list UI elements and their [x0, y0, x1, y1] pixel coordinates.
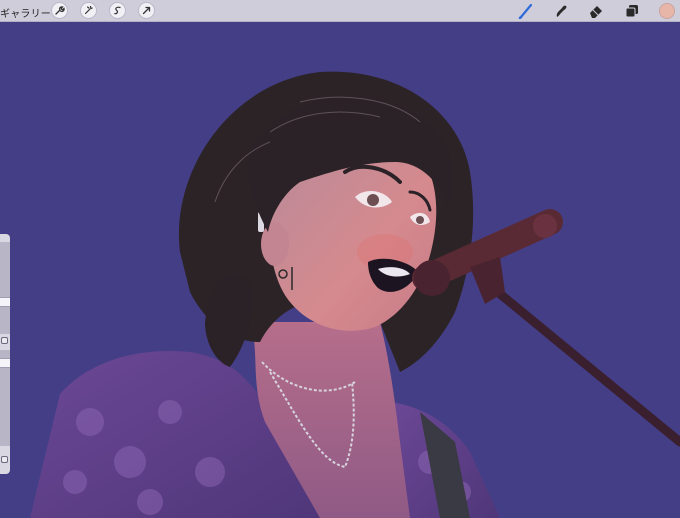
smudge-icon[interactable] — [553, 3, 569, 19]
layers-icon[interactable] — [624, 3, 640, 19]
canvas[interactable] — [0, 22, 680, 518]
artwork-illustration — [30, 71, 680, 518]
undo-button[interactable] — [1, 456, 8, 463]
modify-button[interactable] — [1, 337, 8, 344]
opacity-slider[interactable] — [0, 350, 10, 446]
eraser-icon[interactable] — [588, 3, 604, 19]
brush-size-slider[interactable] — [0, 242, 10, 334]
brush-icon[interactable] — [518, 3, 534, 20]
mic-stand — [483, 279, 680, 447]
color-swatch[interactable] — [659, 3, 675, 19]
opacity-thumb[interactable] — [0, 358, 10, 368]
sidebar — [0, 234, 10, 474]
toolbar: ギャラリー — [0, 0, 680, 22]
magic-wand-icon[interactable] — [80, 2, 97, 19]
wrench-icon[interactable] — [51, 2, 68, 19]
selection-icon[interactable] — [109, 2, 126, 19]
brush-size-thumb[interactable] — [0, 297, 10, 307]
gallery-link[interactable]: ギャラリー — [0, 5, 51, 20]
transform-arrow-icon[interactable] — [138, 2, 155, 19]
